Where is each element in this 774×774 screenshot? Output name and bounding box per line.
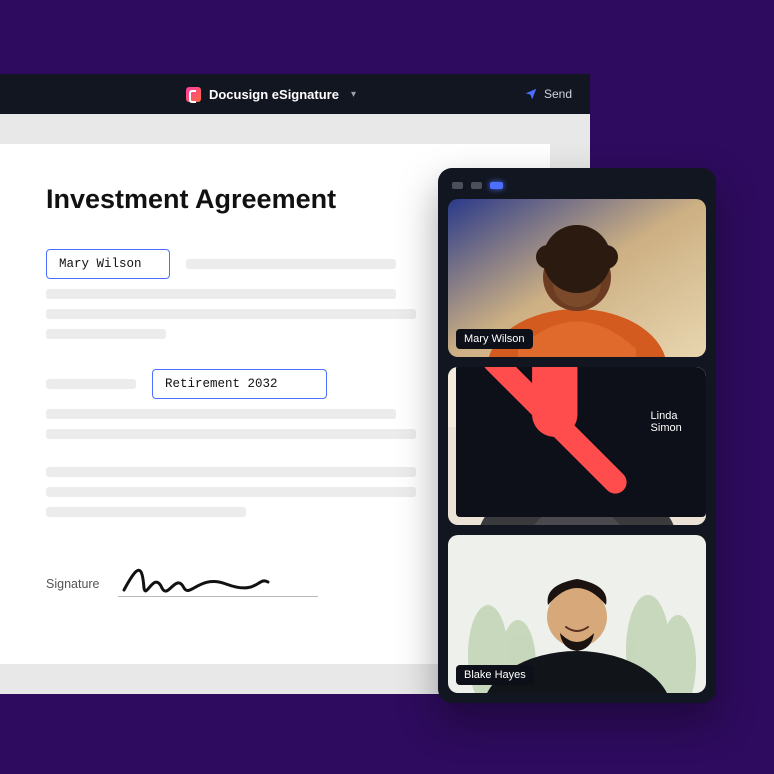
participant-tile[interactable]: Blake Hayes — [448, 535, 706, 693]
participant-name-pill: Linda Simon — [456, 367, 706, 517]
app-title-group[interactable]: Docusign eSignature ▾ — [18, 87, 524, 102]
participant-name-pill: Mary Wilson — [456, 329, 533, 349]
send-button[interactable]: Send — [524, 87, 572, 101]
text-placeholder — [46, 487, 416, 497]
signature-label: Signature — [46, 577, 100, 597]
docusign-logo-icon — [186, 87, 201, 102]
window-dot[interactable] — [452, 182, 463, 189]
text-placeholder — [46, 289, 396, 299]
participant-name: Mary Wilson — [464, 333, 525, 345]
text-placeholder — [46, 309, 416, 319]
plan-field[interactable]: Retirement 2032 — [152, 369, 327, 399]
page-title: Investment Agreement — [46, 184, 490, 215]
window-dot[interactable] — [471, 182, 482, 189]
app-titlebar: Docusign eSignature ▾ Send — [0, 74, 590, 114]
participant-tile[interactable]: Linda Simon — [448, 367, 706, 525]
text-placeholder — [46, 329, 166, 339]
window-controls — [448, 178, 706, 199]
participant-name: Linda Simon — [651, 410, 698, 434]
text-placeholder — [46, 507, 246, 517]
mic-muted-icon — [464, 367, 646, 513]
participant-name-pill: Blake Hayes — [456, 665, 534, 685]
chevron-down-icon[interactable]: ▾ — [351, 89, 356, 100]
text-placeholder — [46, 429, 416, 439]
text-placeholder — [46, 409, 396, 419]
text-placeholder — [186, 259, 396, 269]
window-dot-active[interactable] — [490, 182, 503, 189]
participant-tile[interactable]: Mary Wilson — [448, 199, 706, 357]
send-label: Send — [544, 87, 572, 101]
name-field[interactable]: Mary Wilson — [46, 249, 170, 279]
app-title: Docusign eSignature — [209, 87, 339, 102]
text-placeholder — [46, 379, 136, 389]
video-call-panel: Mary Wilson Linda Simon — [438, 168, 716, 703]
signature-glyph-icon — [118, 560, 278, 600]
signature-field[interactable] — [118, 561, 318, 597]
send-icon — [524, 87, 538, 101]
participant-name: Blake Hayes — [464, 669, 526, 681]
text-placeholder — [46, 467, 416, 477]
